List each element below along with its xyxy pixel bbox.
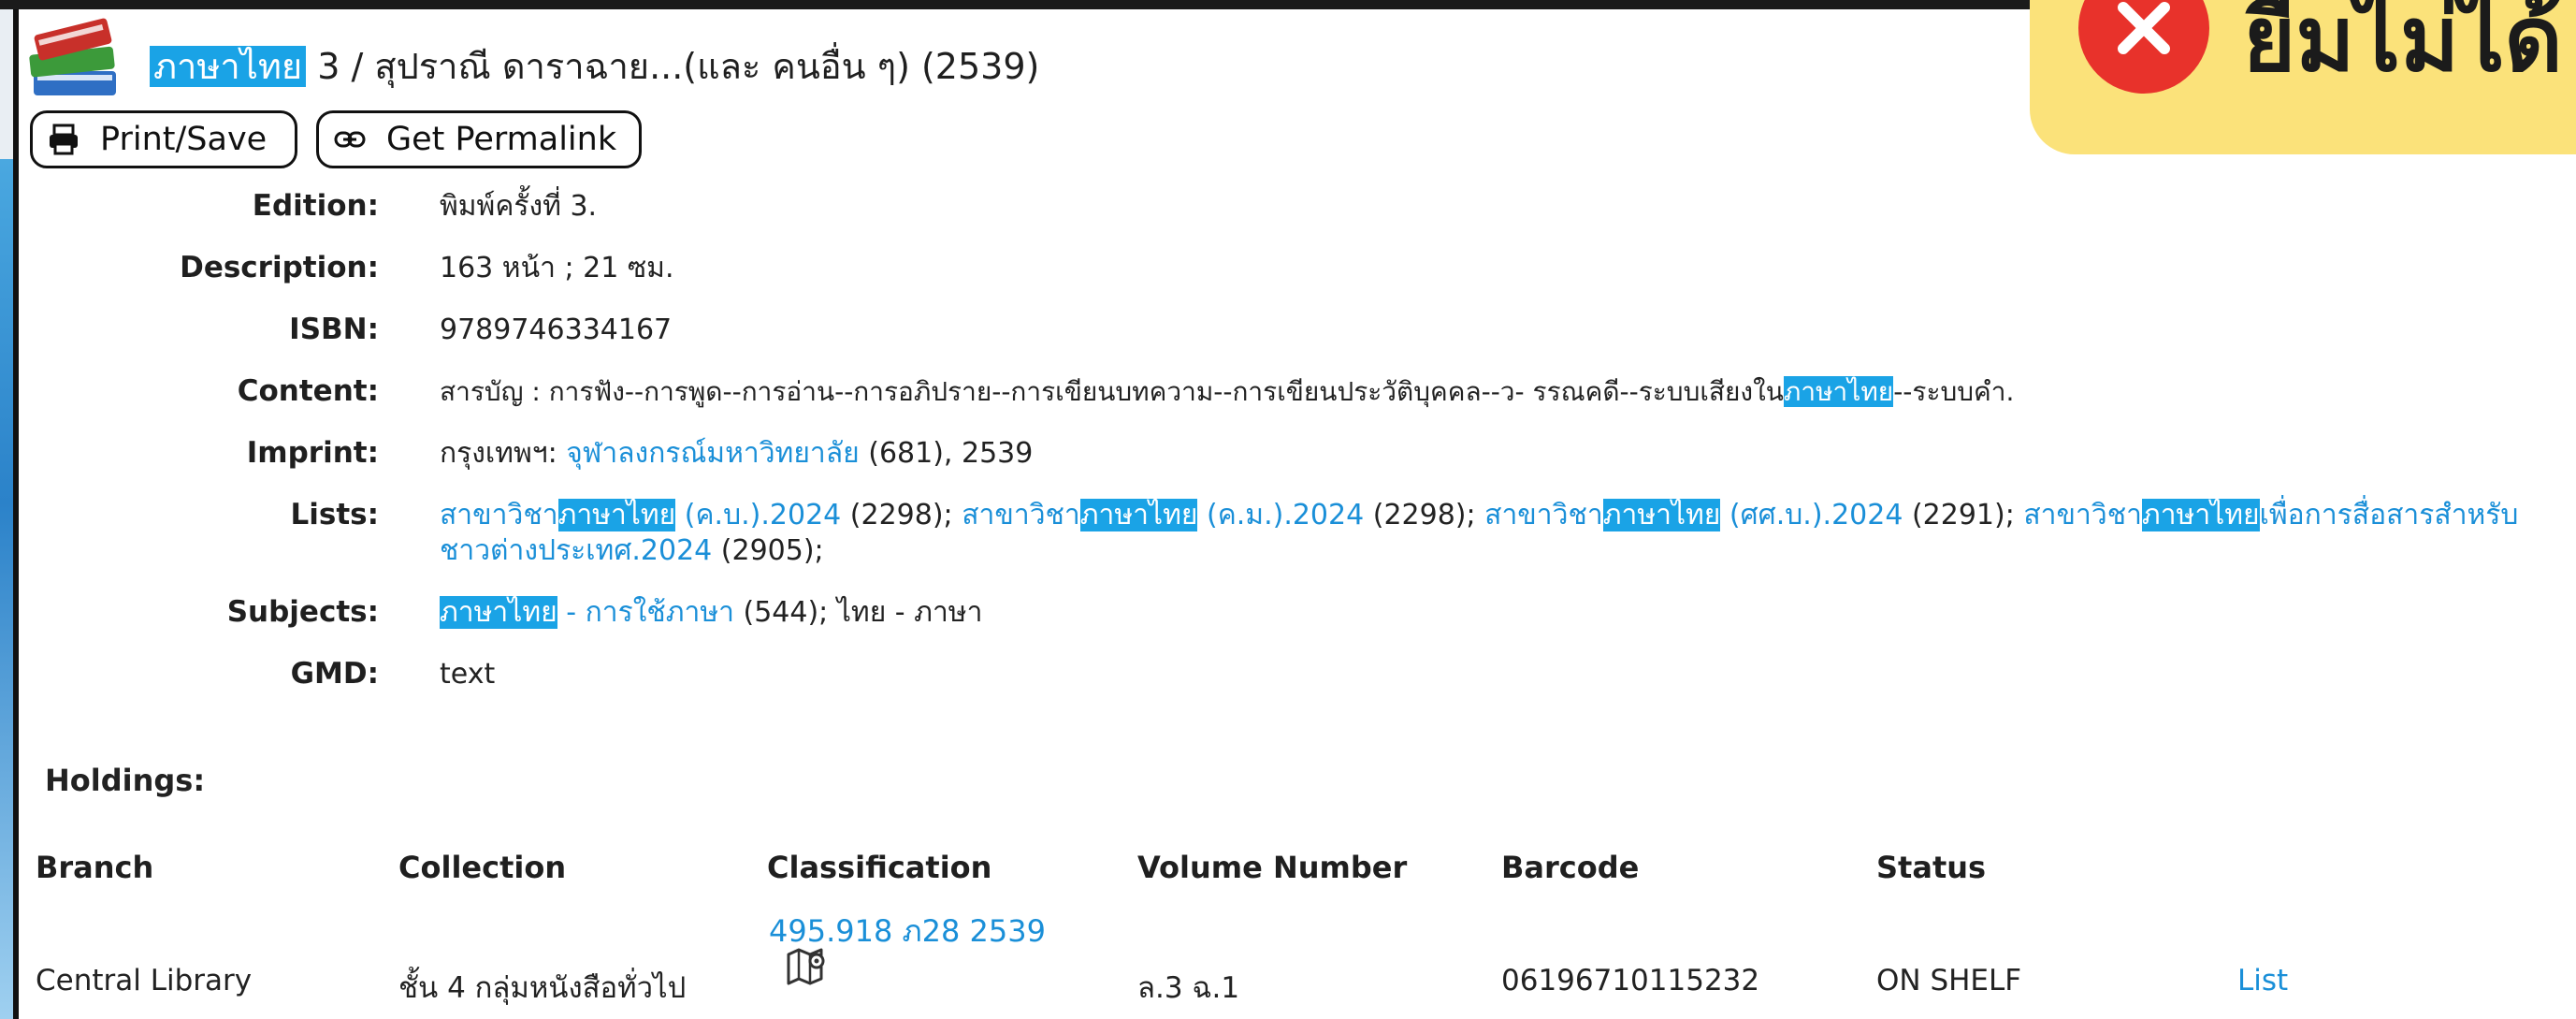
content-value: สารบัญ : การฟัง--การพูด--การอ่าน--การอภิ… (440, 374, 2544, 410)
imprint-label: Imprint: (246, 436, 379, 470)
subjects-value: ภาษาไทย - การใช้ภาษา (544); ไทย - ภาษา (440, 595, 2544, 631)
print-save-label: Print/Save (100, 121, 268, 158)
col-branch: Branch (36, 850, 154, 885)
description-label: Description: (180, 251, 379, 284)
holding-status: ON SHELF (1876, 964, 2022, 997)
isbn-value: 9789746334167 (440, 313, 673, 346)
availability-text: ยืมไม่ได้ (2243, 0, 2563, 92)
edition-label: Edition: (252, 189, 379, 223)
subject-link[interactable]: ภาษาไทย - การใช้ภาษา (440, 596, 734, 629)
col-volume-number: Volume Number (1137, 850, 1408, 885)
content-text-end: --ระบบคำ. (1893, 376, 2015, 407)
edition-value: พิมพ์ครั้งที่ 3. (440, 190, 598, 223)
printer-icon (50, 124, 78, 155)
imprint-value: กรุงเทพฯ: จุฬาลงกรณ์มหาวิทยาลัย (681), 2… (440, 436, 2544, 472)
title-highlight[interactable]: ภาษาไทย (150, 46, 307, 87)
side-decoration (0, 159, 13, 1019)
holding-barcode: 06196710115232 (1501, 964, 1760, 997)
gmd-label: GMD: (290, 657, 379, 691)
list-link[interactable]: สาขาวิชาภาษาไทย (ค.ม.).2024 (962, 499, 1364, 531)
col-classification: Classification (767, 850, 992, 885)
list-item: สาขาวิชาภาษาไทย (ค.ม.).2024 (2298); (962, 499, 1485, 531)
isbn-label: ISBN: (289, 313, 379, 346)
col-barcode: Barcode (1501, 850, 1640, 885)
imprint-year: (681), 2539 (859, 437, 1034, 470)
holding-volume: ล.3 ฉ.1 (1137, 971, 1240, 1005)
title-rest: 3 / สุปราณี ดาราฉาย...(และ คนอื่น ๆ) (25… (306, 46, 1040, 87)
holdings-heading: Holdings: (45, 763, 206, 798)
record-title: ภาษาไทย 3 / สุปราณี ดาราฉาย...(และ คนอื่… (150, 37, 1039, 95)
close-circle-icon (2078, 0, 2209, 94)
col-status: Status (1876, 850, 1987, 885)
holding-branch: Central Library (36, 964, 253, 997)
list-link[interactable]: สาขาวิชาภาษาไทย (ศศ.บ.).2024 (1484, 499, 1903, 531)
content-highlight: ภาษาไทย (1783, 376, 1894, 407)
link-icon (334, 131, 366, 148)
holding-collection: ชั้น 4 กลุ่มหนังสือทั่วไป (398, 971, 687, 1005)
subject-count: (544); (733, 596, 837, 629)
content-text: สารบัญ : การฟัง--การพูด--การอ่าน--การอภิ… (440, 376, 1784, 407)
content-label: Content: (237, 374, 379, 408)
subject-text: ไทย - ภาษา (836, 596, 983, 629)
holding-list-link[interactable]: List (2237, 964, 2288, 997)
get-permalink-button[interactable]: Get Permalink (316, 110, 642, 168)
list-link[interactable]: สาขาวิชาภาษาไทย (ค.บ.).2024 (440, 499, 841, 531)
gmd-value: text (440, 658, 496, 691)
availability-badge: ยืมไม่ได้ (2030, 0, 2576, 154)
description-value: 163 หน้า ; 21 ซม. (440, 252, 674, 284)
get-permalink-label: Get Permalink (386, 121, 617, 158)
print-save-button[interactable]: Print/Save (30, 110, 297, 168)
lists-value: สาขาวิชาภาษาไทย (ค.บ.).2024 (2298); สาขา… (440, 498, 2544, 569)
list-item: สาขาวิชาภาษาไทย (ค.บ.).2024 (2298); (440, 499, 962, 531)
books-icon (29, 18, 116, 95)
map-pin-icon[interactable] (786, 945, 829, 986)
lists-label: Lists: (290, 498, 380, 531)
list-item: สาขาวิชาภาษาไทย (ศศ.บ.).2024 (2291); (1484, 499, 2024, 531)
subjects-label: Subjects: (226, 595, 379, 629)
record-panel: ภาษาไทย 3 / สุปราณี ดาราฉาย...(และ คนอื่… (13, 9, 2576, 1019)
imprint-publisher-link[interactable]: จุฬาลงกรณ์มหาวิทยาลัย (566, 437, 859, 470)
col-collection: Collection (398, 850, 567, 885)
imprint-place: กรุงเทพฯ: (440, 437, 567, 470)
